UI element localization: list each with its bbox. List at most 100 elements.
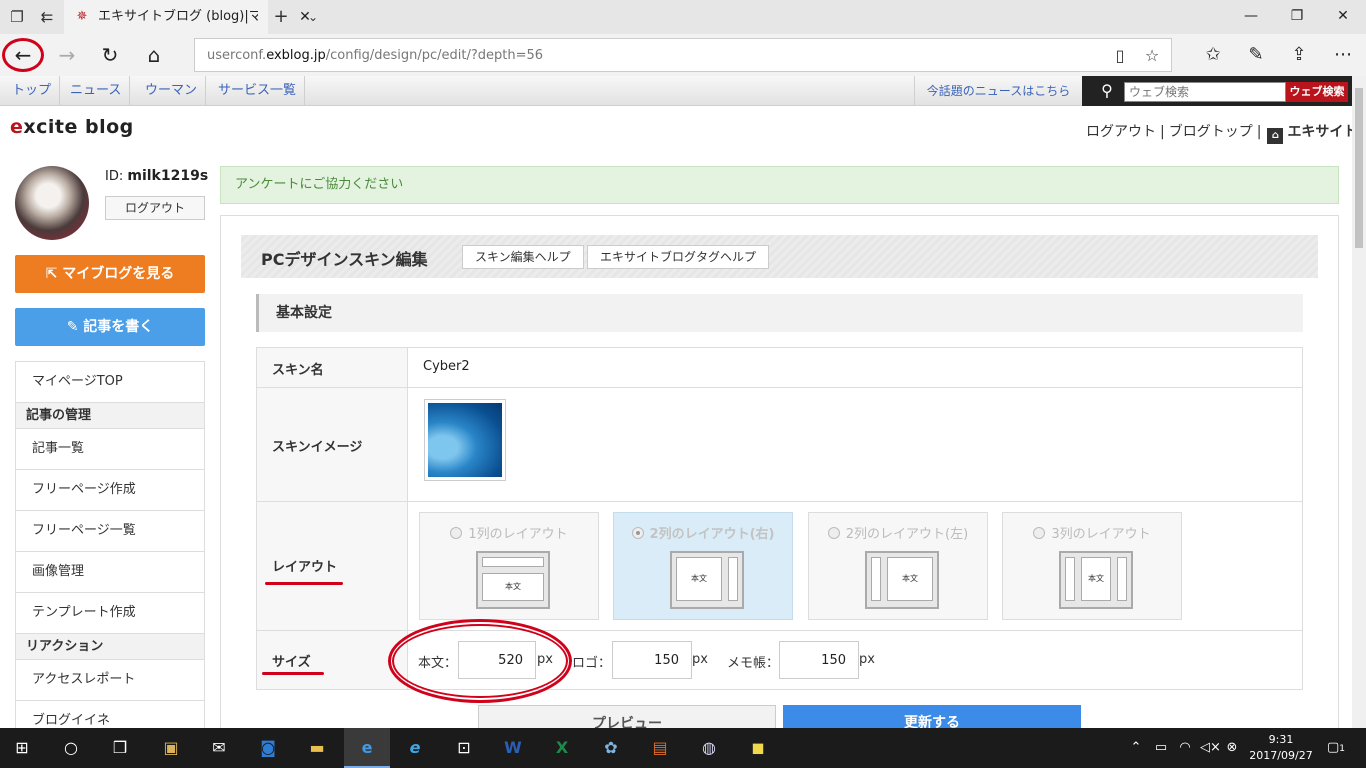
avatar[interactable] — [15, 166, 89, 240]
pencil-icon: ✎ — [66, 319, 79, 335]
layout-option-label: 1列のレイアウト — [420, 523, 598, 542]
external-link-icon: ⇱ — [45, 266, 58, 282]
radio-button[interactable] — [1033, 527, 1046, 539]
skin-edit-help-button[interactable]: スキン編集ヘルプ — [462, 245, 584, 269]
edge-browser-icon[interactable]: e — [353, 734, 381, 762]
sidebar-item-image-management[interactable]: 画像管理 — [16, 552, 204, 593]
excite-favicon-icon: ✵ — [76, 9, 88, 24]
volume-muted-icon[interactable]: ◁× — [1200, 738, 1221, 758]
nav-link-news[interactable]: ニュース — [62, 76, 131, 106]
blog-tag-help-button[interactable]: エキサイトブログタグヘルプ — [587, 245, 770, 269]
sidebar-item-create-free-page[interactable]: フリーページ作成 — [16, 470, 204, 511]
sidebar-item-article-list[interactable]: 記事一覧 — [16, 429, 204, 470]
chevron-up-icon[interactable]: ⌃ — [1128, 738, 1144, 758]
page-scrollbar[interactable] — [1352, 76, 1366, 728]
task-view-icon[interactable]: ❒ — [106, 734, 134, 762]
excite-blog-logo[interactable]: excite blog — [10, 116, 134, 138]
restore-icon[interactable]: ❐ — [1282, 4, 1312, 28]
notification-center-icon[interactable]: ▢1 — [1324, 738, 1348, 758]
outlook-icon[interactable]: ◙ — [254, 734, 282, 762]
survey-notice[interactable]: アンケートにご協力ください — [220, 166, 1339, 204]
layout-header-block — [482, 557, 544, 567]
word-icon[interactable]: W — [499, 734, 527, 762]
nav-link-top[interactable]: トップ — [4, 76, 61, 106]
radio-button[interactable] — [827, 527, 840, 539]
skin-name-value: Cyber2 — [423, 359, 470, 374]
write-article-label: 記事を書く — [83, 319, 154, 335]
memo-width-input[interactable] — [779, 641, 859, 679]
close-window-icon[interactable]: ✕ — [1328, 4, 1358, 28]
tab-manager-icon[interactable]: ❐ — [6, 6, 28, 28]
internet-explorer-icon[interactable]: e — [401, 734, 429, 762]
sidebar-logout-button[interactable]: ログアウト — [105, 196, 205, 220]
more-menu-icon[interactable]: ⋯ — [1330, 42, 1356, 68]
layout-option-3-column[interactable]: 3列のレイアウト 本文 — [1002, 512, 1182, 620]
skin-image-label: スキンイメージ — [272, 440, 363, 455]
excel-icon[interactable]: X — [548, 734, 576, 762]
paint-icon[interactable]: ✿ — [597, 734, 625, 762]
layout-body-block: 本文 — [676, 557, 722, 601]
favorites-hub-icon[interactable]: ✩ — [1200, 42, 1226, 68]
layout-option-2-column-right[interactable]: 2列のレイアウト(右) 本文 — [613, 512, 793, 620]
radio-button[interactable] — [450, 527, 463, 539]
favorite-star-icon[interactable]: ☆ — [1141, 45, 1163, 67]
store-icon[interactable]: ⊡ — [450, 734, 478, 762]
layout-side-block — [871, 557, 881, 601]
memo-width-label: メモ帳： — [727, 656, 780, 671]
new-tab-icon[interactable]: + — [270, 6, 292, 28]
input-indicator-icon[interactable]: ⊗ — [1224, 738, 1240, 758]
user-id-label: ID: — [105, 169, 124, 184]
view-my-blog-label: マイブログを見る — [62, 266, 175, 282]
trending-news-link[interactable]: 今話題のニュースはこちら — [914, 76, 1082, 106]
windows-start-icon[interactable]: ⊞ — [8, 734, 36, 762]
reading-view-icon[interactable]: ▯ — [1109, 45, 1131, 67]
web-search-input[interactable] — [1124, 82, 1286, 102]
sidebar-menu: マイページTOP 記事の管理 記事一覧 フリーページ作成 フリーページ一覧 画像… — [15, 361, 205, 742]
url-prefix: userconf. — [207, 48, 267, 63]
wifi-icon[interactable]: ◠ — [1176, 738, 1194, 758]
logo-width-input[interactable] — [612, 641, 692, 679]
share-icon[interactable]: ⇪ — [1286, 42, 1312, 68]
mail-icon[interactable]: ✉ — [205, 734, 233, 762]
layout-body-block: 本文 — [482, 573, 544, 601]
system-clock[interactable]: 9:31 2017/09/27 — [1244, 732, 1318, 764]
cortana-search-icon[interactable]: ○ — [57, 734, 85, 762]
excite-home-link[interactable]: ⌂ エキサイト — [1265, 124, 1359, 144]
paint-palette-icon[interactable]: ◍ — [695, 734, 723, 762]
web-search-button[interactable]: ウェブ検索 — [1286, 82, 1348, 102]
header-logout-link[interactable]: ログアウト — [1086, 124, 1156, 140]
layout-diagram: 本文 — [1059, 551, 1133, 609]
nav-link-services[interactable]: サービス一覧 — [210, 76, 306, 106]
file-explorer-icon[interactable]: ▬ — [303, 734, 331, 762]
refresh-icon[interactable]: ↻ — [95, 40, 125, 70]
chevron-down-icon[interactable]: ⌄ — [302, 6, 324, 28]
view-my-blog-button[interactable]: ⇱ マイブログを見る — [15, 255, 205, 293]
radio-button-selected[interactable] — [631, 527, 644, 539]
blog-top-link[interactable]: ブログトップ — [1169, 124, 1253, 140]
annotation-underline-size — [262, 672, 324, 675]
sticky-notes-icon[interactable]: ◼ — [744, 734, 772, 762]
web-note-pen-icon[interactable]: ✎ — [1243, 42, 1269, 68]
clock-time: 9:31 — [1268, 733, 1294, 746]
write-article-button[interactable]: ✎ 記事を書く — [15, 308, 205, 346]
sidebar-section-articles: 記事の管理 — [16, 403, 204, 429]
toolbox-icon[interactable]: ▤ — [646, 734, 674, 762]
browser-tab[interactable]: ✵ エキサイトブログ (blog)|マイ ✕ — [64, 0, 311, 34]
excite-home-label: エキサイト — [1287, 124, 1358, 140]
scrollbar-thumb[interactable] — [1355, 88, 1363, 248]
layout-option-1-column[interactable]: 1列のレイアウト 本文 — [419, 512, 599, 620]
nav-link-woman[interactable]: ウーマン — [137, 76, 207, 106]
photo-viewer-icon[interactable]: ▣ — [157, 734, 185, 762]
sidebar-item-mypage-top[interactable]: マイページTOP — [16, 362, 204, 403]
sidebar-item-free-page-list[interactable]: フリーページ一覧 — [16, 511, 204, 552]
minimize-icon[interactable]: — — [1236, 4, 1266, 28]
battery-icon[interactable]: ▭ — [1152, 738, 1170, 758]
panel-header: PCデザインスキン編集 スキン編集ヘルプ エキサイトブログタグヘルプ — [241, 235, 1318, 278]
set-aside-tabs-icon[interactable]: ⇇ — [36, 6, 58, 28]
home-icon[interactable]: ⌂ — [139, 40, 169, 70]
address-bar[interactable]: userconf.exblog.jp/config/design/pc/edit… — [194, 38, 1172, 72]
forward-arrow-icon[interactable]: → — [52, 40, 82, 70]
layout-option-2-column-left[interactable]: 2列のレイアウト(左) 本文 — [808, 512, 988, 620]
sidebar-item-access-report[interactable]: アクセスレポート — [16, 660, 204, 701]
sidebar-item-create-template[interactable]: テンプレート作成 — [16, 593, 204, 634]
